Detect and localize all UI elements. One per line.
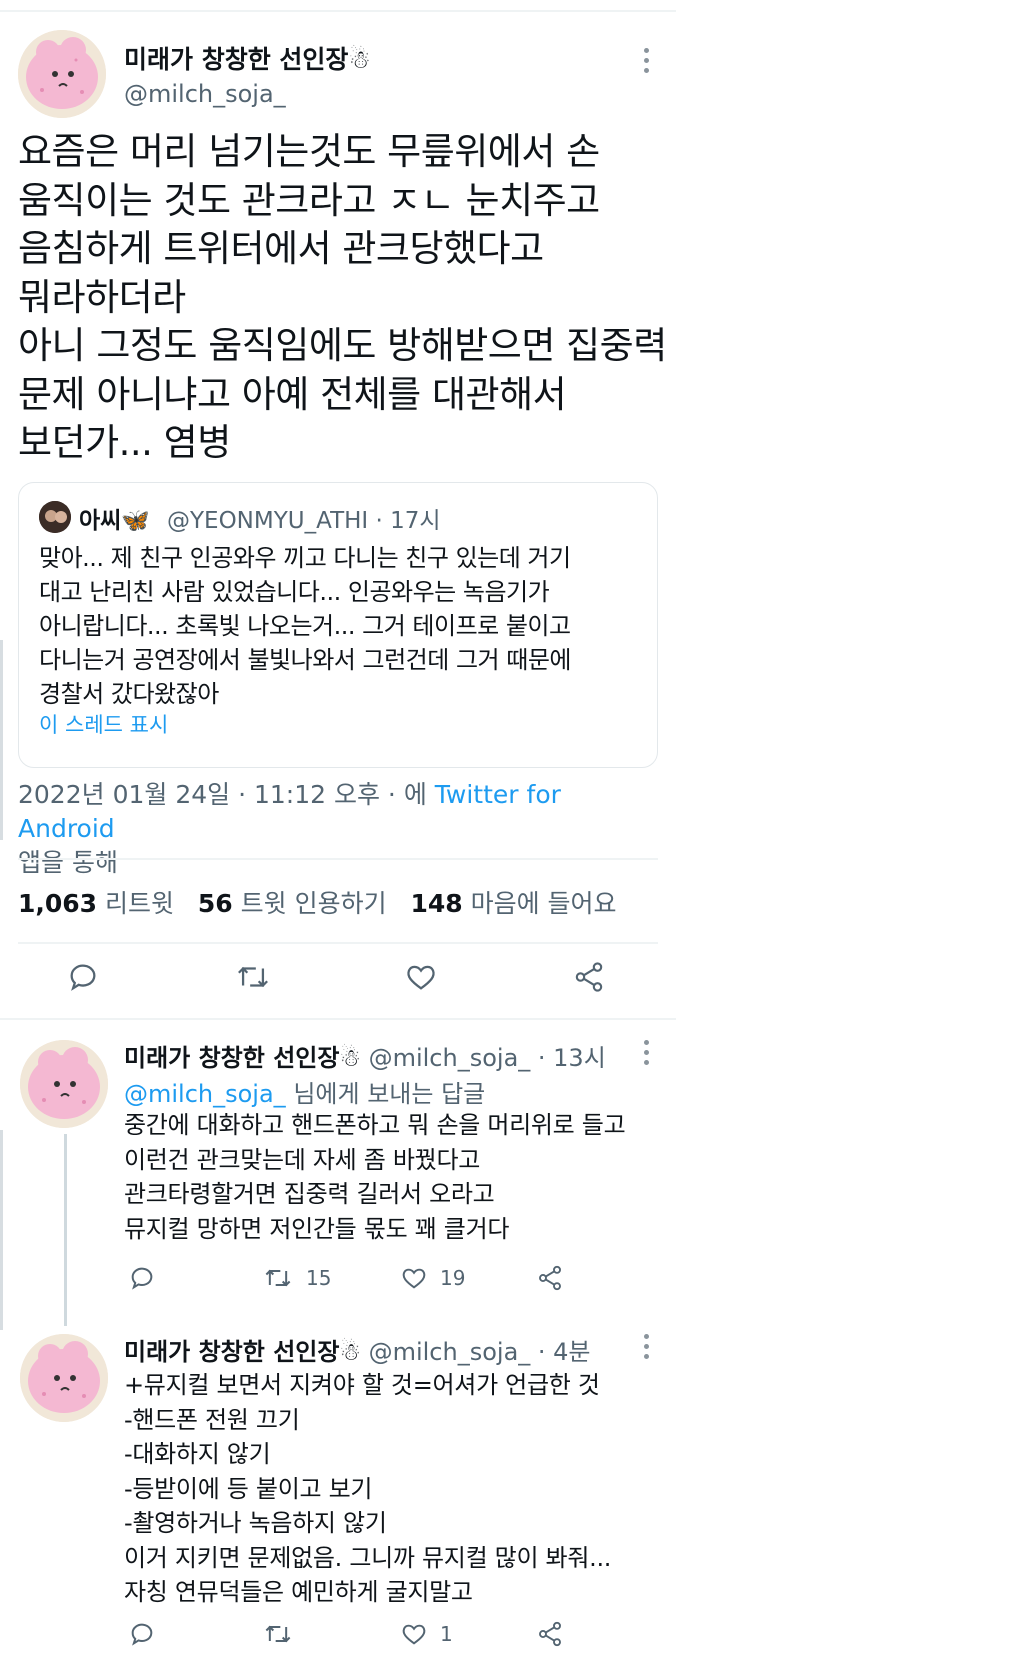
thread-line [64, 1134, 67, 1326]
handle-time[interactable]: @milch_soja_ · 13시 [369, 1044, 606, 1072]
divider [18, 942, 658, 944]
timestamp[interactable]: 2022년 01월 24일 · 11:12 오후 · 에 [18, 780, 427, 809]
display-name[interactable]: 미래가 창창한 선인장☃ [124, 1338, 361, 1366]
quoted-tweet[interactable]: 아씨🦋 @YEONMYU_ATHI · 17시 맞아... 제 친구 인공와우 … [18, 482, 658, 768]
like-icon[interactable] [404, 960, 438, 994]
like-count[interactable]: 148 [410, 889, 462, 918]
avatar[interactable] [20, 1040, 108, 1128]
reply-text: +뮤지컬 보면서 지켜야 할 것=어셔가 언급한 것 -핸드폰 전원 끄기 -대… [124, 1371, 612, 1606]
divider [0, 1018, 676, 1020]
quote-text: 맞아... 제 친구 인공와우 끼고 다니는 친구 있는데 거기 대고 난리친 … [39, 544, 571, 708]
retweet-icon[interactable] [234, 960, 272, 994]
reply-icon[interactable] [128, 1264, 156, 1292]
retweet-icon[interactable] [262, 1264, 294, 1292]
retweet-icon[interactable] [262, 1620, 294, 1648]
share-icon[interactable] [536, 1264, 564, 1292]
share-icon[interactable] [536, 1620, 564, 1648]
tweet-text: 요즘은 머리 넘기는것도 무릎위에서 손 움직이는 것도 관크라고 ㅈㄴ 눈치주… [18, 130, 667, 464]
via-text: 앱을 통해 [18, 848, 118, 877]
display-name[interactable]: 미래가 창창한 선인장☃ [124, 1044, 361, 1072]
scroll-edge [0, 1130, 3, 1330]
scroll-edge [0, 640, 3, 840]
more-icon[interactable] [644, 1040, 650, 1070]
avatar[interactable] [18, 30, 106, 118]
quote-count[interactable]: 56 [198, 889, 233, 918]
replying-suffix: 님에게 보내는 답글 [293, 1080, 486, 1108]
divider [18, 858, 658, 860]
quote-handle-time: @YEONMYU_ATHI · 17시 [167, 508, 441, 534]
top-divider [0, 10, 676, 12]
tweet-meta: 2022년 01월 24일 · 11:12 오후 · 에 Twitter for… [18, 778, 658, 880]
more-icon[interactable] [644, 48, 650, 78]
replying-to: @milch_soja_ 님에게 보내는 답글 [124, 1074, 485, 1109]
like-icon[interactable] [400, 1264, 428, 1292]
retweet-count: 15 [306, 1266, 332, 1290]
quote-avatar [39, 501, 71, 533]
like-label[interactable]: 마음에 들어요 [471, 889, 617, 918]
like-count: 19 [440, 1266, 466, 1290]
avatar[interactable] [20, 1334, 108, 1422]
retweet-label[interactable]: 리트윗 [105, 889, 174, 918]
handle-time[interactable]: @milch_soja_ · 4분 [369, 1338, 591, 1366]
like-count: 1 [440, 1622, 453, 1646]
reply-text: 중간에 대화하고 핸드폰하고 뭐 손을 머리위로 들고 이런건 관크맞는데 자세… [124, 1111, 626, 1243]
display-name[interactable]: 미래가 창창한 선인장☃ [124, 40, 371, 76]
more-icon[interactable] [644, 1334, 650, 1364]
like-icon[interactable] [400, 1620, 428, 1648]
quote-name: 아씨🦋 [79, 508, 150, 534]
retweet-count[interactable]: 1,063 [18, 889, 97, 918]
share-icon[interactable] [572, 960, 606, 994]
reply-header: 미래가 창창한 선인장☃ @milch_soja_ · 13시 [124, 1038, 606, 1073]
handle[interactable]: @milch_soja_ [124, 80, 286, 108]
reply-icon[interactable] [66, 960, 100, 994]
show-thread-link[interactable]: 이 스레드 표시 [39, 709, 168, 739]
quote-label[interactable]: 트윗 인용하기 [241, 889, 387, 918]
replying-handle[interactable]: @milch_soja_ [124, 1080, 286, 1108]
reply-icon[interactable] [128, 1620, 156, 1648]
engagement-stats: 1,063 리트윗 56 트윗 인용하기 148 마음에 들어요 [18, 884, 617, 920]
reply-header: 미래가 창창한 선인장☃ @milch_soja_ · 4분 [124, 1332, 591, 1367]
